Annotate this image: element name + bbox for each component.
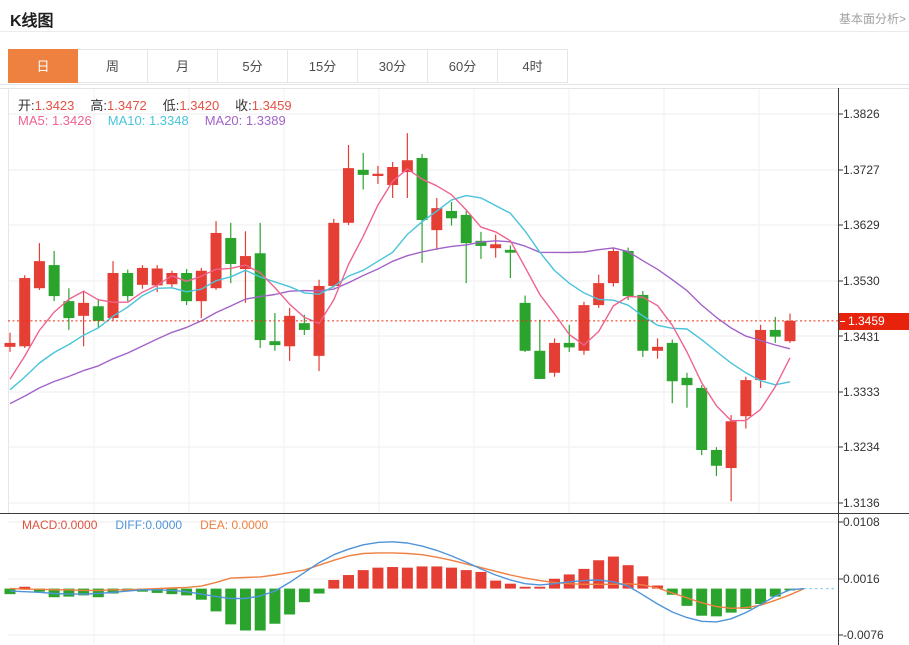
open-label: 开:: [18, 98, 35, 113]
macd-tick-label: -0.0076: [843, 628, 884, 642]
ma10-legend: MA10: 1.3348: [108, 113, 189, 128]
macd-legend: MACD:0.0000 DIFF:0.0000 DEA: 0.0000: [22, 518, 268, 532]
ohlc-readout: 开:1.3423 高:1.3472 低:1.3420 收:1.3459: [18, 95, 308, 114]
kline-page: K线图 基本面分析> 日 周 月 5分 15分 30分 60分 4时 开:1.3…: [0, 0, 909, 645]
price-tick-label: 1.3136: [843, 496, 880, 510]
high-value: 1.3472: [107, 98, 147, 113]
price-tag-tick-icon: [840, 321, 845, 322]
kline-chart[interactable]: 开:1.3423高:1.3472低:1.3420收:1.3459 MA5: 1.…: [0, 0, 909, 645]
macd-tick-label: 0.0108: [843, 515, 880, 529]
price-tick-label: 1.3727: [843, 163, 880, 177]
price-tick-label: 1.3629: [843, 218, 880, 232]
open-value: 1.3423: [35, 98, 75, 113]
price-tick-label: 1.3234: [843, 440, 880, 454]
ma20-legend: MA20: 1.3389: [205, 113, 286, 128]
low-value: 1.3420: [179, 98, 219, 113]
price-tick-label: 1.3826: [843, 107, 880, 121]
high-label: 高:: [90, 98, 107, 113]
price-tick-label: 1.3530: [843, 274, 880, 288]
low-label: 低:: [163, 98, 180, 113]
dea-value-legend: DEA: 0.0000: [200, 518, 268, 532]
ma-legend: MA5: 1.3426 MA10: 1.3348 MA20: 1.3389: [18, 113, 286, 128]
current-price-tag: 1.3459: [839, 313, 909, 330]
price-tick-label: 1.3333: [843, 385, 880, 399]
close-label: 收:: [235, 98, 252, 113]
macd-tick-label: 0.0016: [843, 572, 880, 586]
diff-value-legend: DIFF:0.0000: [115, 518, 182, 532]
ma5-legend: MA5: 1.3426: [18, 113, 92, 128]
macd-value-legend: MACD:0.0000: [22, 518, 97, 532]
price-tick-label: 1.3431: [843, 330, 880, 344]
close-value: 1.3459: [252, 98, 292, 113]
